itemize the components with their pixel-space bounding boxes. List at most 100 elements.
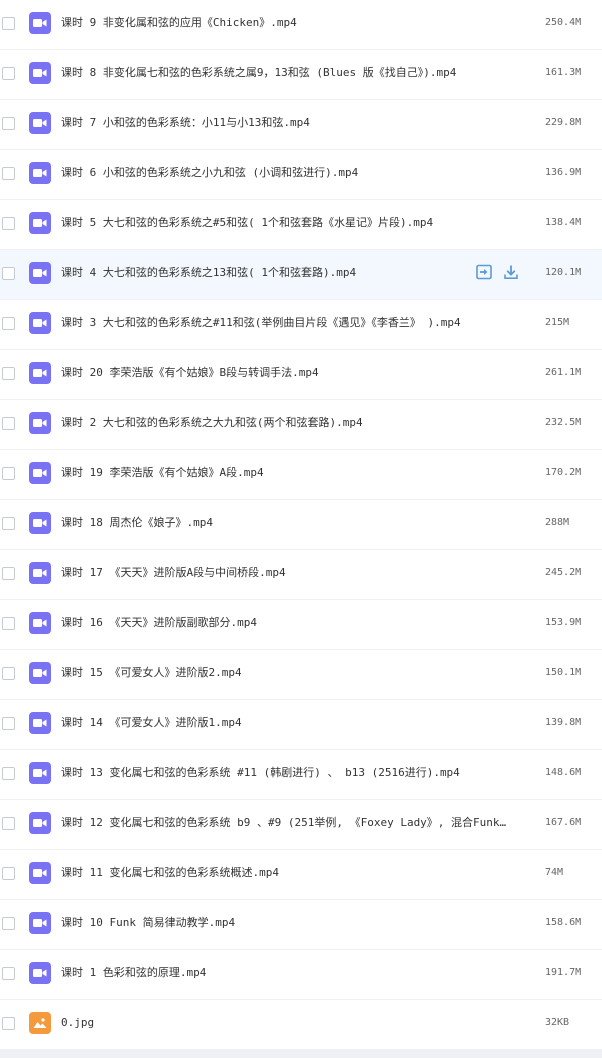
file-name[interactable]: 课时 9 非变化属和弦的应用《Chicken》.mp4 [61,15,506,31]
video-file-icon [29,962,51,984]
video-file-icon [29,912,51,934]
video-file-icon [29,212,51,234]
row-checkbox[interactable] [2,567,15,580]
video-file-icon [29,762,51,784]
file-name[interactable]: 课时 8 非变化属七和弦的色彩系统之属9，13和弦 (Blues 版《找自己》)… [61,65,506,81]
file-row[interactable]: 课时 5 大七和弦的色彩系统之#5和弦( 1个和弦套路《水星记》片段).mp4 1… [0,200,602,250]
row-checkbox[interactable] [2,767,15,780]
row-checkbox[interactable] [2,67,15,80]
file-name[interactable]: 课时 13 变化属七和弦的色彩系统 #11 (韩剧进行) 、 b13 (2516… [61,765,506,781]
file-row[interactable]: 课时 11 变化属七和弦的色彩系统概述.mp4 74M [0,850,602,900]
file-size: 153.9M [545,617,582,628]
file-size: 148.6M [545,767,582,778]
file-size: 288M [545,517,570,528]
file-name[interactable]: 课时 2 大七和弦的色彩系统之大九和弦(两个和弦套路).mp4 [61,415,506,431]
file-name[interactable]: 课时 15 《可爱女人》进阶版2.mp4 [61,665,506,681]
video-file-icon [29,412,51,434]
row-checkbox[interactable] [2,667,15,680]
file-row[interactable]: 课时 9 非变化属和弦的应用《Chicken》.mp4 250.4M [0,0,602,50]
file-row[interactable]: 课时 7 小和弦的色彩系统：小11与小13和弦.mp4 229.8M [0,100,602,150]
file-name[interactable]: 课时 3 大七和弦的色彩系统之#11和弦(举例曲目片段《遇见》《李香兰》 ).m… [61,315,506,331]
file-row[interactable]: 课时 1 色彩和弦的原理.mp4 191.7M [0,950,602,1000]
file-row[interactable]: 课时 18 周杰伦《娘子》.mp4 288M [0,500,602,550]
file-size: 229.8M [545,117,582,128]
file-name[interactable]: 课时 7 小和弦的色彩系统：小11与小13和弦.mp4 [61,115,506,131]
image-file-icon [29,1012,51,1034]
row-checkbox[interactable] [2,317,15,330]
video-file-icon [29,512,51,534]
row-checkbox[interactable] [2,867,15,880]
horizontal-scrollbar[interactable] [0,1050,602,1058]
row-checkbox[interactable] [2,217,15,230]
row-checkbox[interactable] [2,717,15,730]
file-name[interactable]: 课时 6 小和弦的色彩系统之小九和弦 (小调和弦进行).mp4 [61,165,506,181]
file-size: 161.3M [545,67,582,78]
row-checkbox[interactable] [2,167,15,180]
file-size: 139.8M [545,717,582,728]
video-file-icon [29,562,51,584]
file-name[interactable]: 课时 20 李荣浩版《有个姑娘》B段与转调手法.mp4 [61,365,506,381]
file-row[interactable]: 课时 6 小和弦的色彩系统之小九和弦 (小调和弦进行).mp4 136.9M [0,150,602,200]
row-checkbox[interactable] [2,1017,15,1030]
file-size: 250.4M [545,17,582,28]
file-rows: 课时 9 非变化属和弦的应用《Chicken》.mp4 250.4M 课时 8 非变… [0,0,602,1050]
file-name[interactable]: 0.jpg [61,1015,506,1031]
file-size: 138.4M [545,217,582,228]
file-row[interactable]: 课时 14 《可爱女人》进阶版1.mp4 139.8M [0,700,602,750]
file-row[interactable]: 课时 3 大七和弦的色彩系统之#11和弦(举例曲目片段《遇见》《李香兰》 ).m… [0,300,602,350]
file-size: 215M [545,317,570,328]
file-row[interactable]: 课时 10 Funk 简易律动教学.mp4 158.6M [0,900,602,950]
video-file-icon [29,362,51,384]
file-list: 课时 9 非变化属和弦的应用《Chicken》.mp4 250.4M 课时 8 非变… [0,0,602,1058]
file-size: 158.6M [545,917,582,928]
row-checkbox[interactable] [2,967,15,980]
video-file-icon [29,462,51,484]
file-row[interactable]: 课时 20 李荣浩版《有个姑娘》B段与转调手法.mp4 261.1M [0,350,602,400]
row-checkbox[interactable] [2,367,15,380]
file-name[interactable]: 课时 12 变化属七和弦的色彩系统 b9 、#9 (251举例, 《Foxey … [61,815,506,831]
file-size: 170.2M [545,467,582,478]
file-size: 74M [545,867,564,878]
file-size: 150.1M [545,667,582,678]
video-file-icon [29,12,51,34]
file-size: 120.1M [545,267,582,278]
file-name[interactable]: 课时 14 《可爱女人》进阶版1.mp4 [61,715,506,731]
file-row[interactable]: 课时 8 非变化属七和弦的色彩系统之属9，13和弦 (Blues 版《找自己》)… [0,50,602,100]
file-name[interactable]: 课时 18 周杰伦《娘子》.mp4 [61,515,506,531]
file-name[interactable]: 课时 17 《天天》进阶版A段与中间桥段.mp4 [61,565,506,581]
row-checkbox[interactable] [2,467,15,480]
row-checkbox[interactable] [2,17,15,30]
video-file-icon [29,662,51,684]
file-row[interactable]: 课时 16 《天天》进阶版副歌部分.mp4 153.9M [0,600,602,650]
download-icon[interactable] [502,263,520,281]
file-row[interactable]: 0.jpg 32KB [0,1000,602,1050]
file-row[interactable]: 课时 19 李荣浩版《有个姑娘》A段.mp4 170.2M [0,450,602,500]
file-row[interactable]: 课时 4 大七和弦的色彩系统之13和弦( 1个和弦套路).mp4 120.1M [0,250,602,300]
video-file-icon [29,312,51,334]
video-file-icon [29,162,51,184]
file-name[interactable]: 课时 11 变化属七和弦的色彩系统概述.mp4 [61,865,506,881]
file-name[interactable]: 课时 4 大七和弦的色彩系统之13和弦( 1个和弦套路).mp4 [61,265,472,281]
file-row[interactable]: 课时 15 《可爱女人》进阶版2.mp4 150.1M [0,650,602,700]
file-name[interactable]: 课时 1 色彩和弦的原理.mp4 [61,965,506,981]
file-name[interactable]: 课时 16 《天天》进阶版副歌部分.mp4 [61,615,506,631]
file-name[interactable]: 课时 10 Funk 简易律动教学.mp4 [61,915,506,931]
file-row[interactable]: 课时 12 变化属七和弦的色彩系统 b9 、#9 (251举例, 《Foxey … [0,800,602,850]
row-checkbox[interactable] [2,417,15,430]
file-size: 261.1M [545,367,582,378]
row-checkbox[interactable] [2,517,15,530]
row-checkbox[interactable] [2,117,15,130]
file-row[interactable]: 课时 13 变化属七和弦的色彩系统 #11 (韩剧进行) 、 b13 (2516… [0,750,602,800]
file-size: 191.7M [545,967,582,978]
row-checkbox[interactable] [2,267,15,280]
file-size: 167.6M [545,817,582,828]
row-checkbox[interactable] [2,617,15,630]
file-name[interactable]: 课时 5 大七和弦的色彩系统之#5和弦( 1个和弦套路《水星记》片段).mp4 [61,215,506,231]
file-name[interactable]: 课时 19 李荣浩版《有个姑娘》A段.mp4 [61,465,506,481]
file-row[interactable]: 课时 17 《天天》进阶版A段与中间桥段.mp4 245.2M [0,550,602,600]
share-icon[interactable] [475,263,493,281]
file-row[interactable]: 课时 2 大七和弦的色彩系统之大九和弦(两个和弦套路).mp4 232.5M [0,400,602,450]
row-checkbox[interactable] [2,917,15,930]
row-checkbox[interactable] [2,817,15,830]
file-size: 136.9M [545,167,582,178]
